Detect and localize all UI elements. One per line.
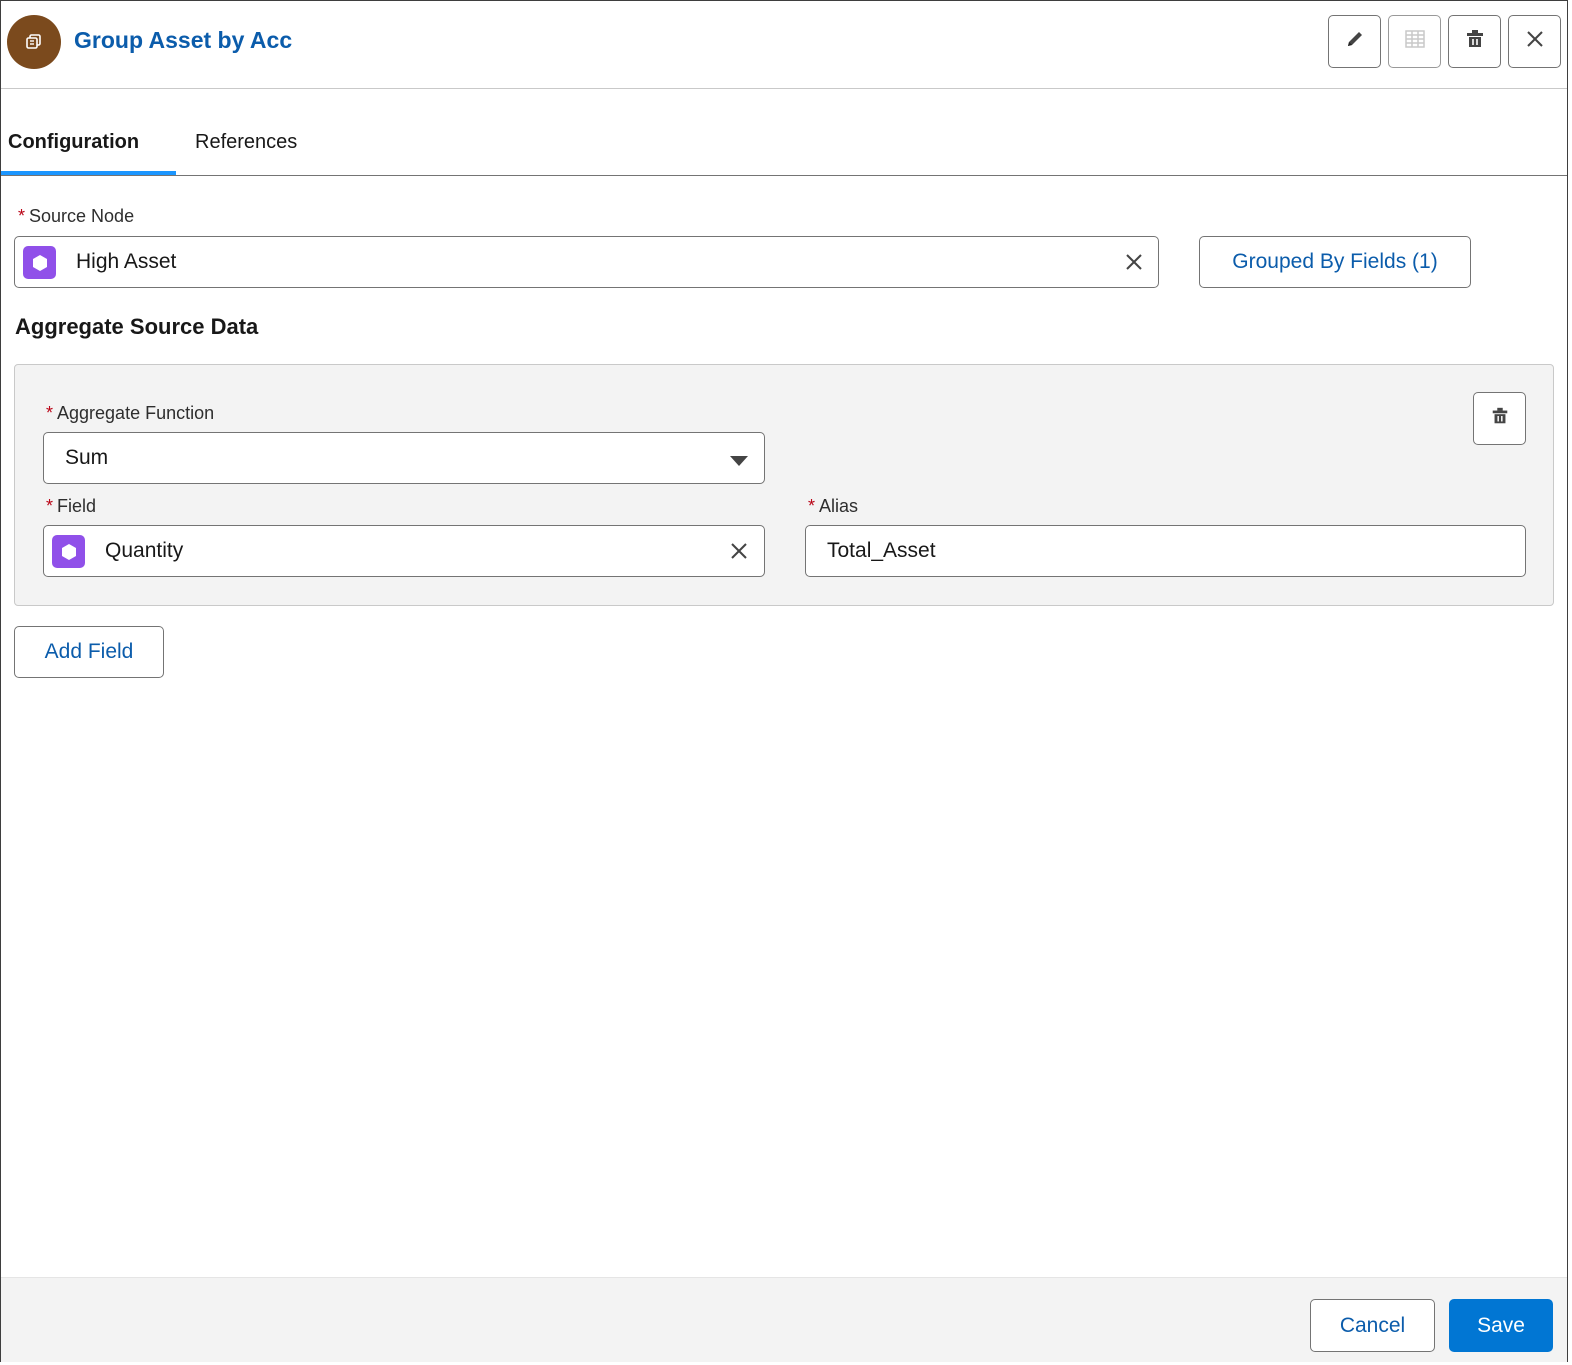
aggregate-function-label: * Aggregate Function [46,403,214,424]
close-icon [1525,29,1545,54]
clear-source-node-icon[interactable] [1123,251,1145,273]
required-mark: * [18,206,26,226]
source-node-label-text: Source Node [29,206,135,226]
tab-configuration[interactable]: Configuration [8,131,139,154]
alias-label-text: Alias [819,496,859,516]
aggregate-function-value: Sum [65,446,109,469]
delete-node-button[interactable] [1448,15,1501,68]
source-node-value: High Asset [76,250,177,273]
edit-button[interactable] [1328,15,1381,68]
aggregate-row-card: * Aggregate Function Sum * Field Quantit… [14,364,1554,606]
aggregate-function-select[interactable]: Sum [43,432,765,484]
hexagon-icon [52,535,85,568]
pencil-icon [1344,28,1366,55]
preview-data-button[interactable] [1388,15,1441,68]
field-label: * Field [46,496,96,517]
panel-footer: Cancel Save [1,1277,1567,1362]
close-panel-button[interactable] [1508,15,1561,68]
hexagon-icon [23,246,56,279]
table-icon [1404,28,1426,55]
cancel-button[interactable]: Cancel [1310,1299,1435,1352]
aggregate-section-heading: Aggregate Source Data [15,314,259,339]
save-button[interactable]: Save [1449,1299,1553,1352]
active-tab-indicator [1,171,176,175]
alias-label: * Alias [808,496,858,517]
chevron-down-icon [730,454,748,472]
field-value: Quantity [105,539,184,562]
panel-header: Group Asset by Acc [1,1,1567,89]
tab-bar: Configuration References [1,89,1567,176]
grouped-by-fields-button[interactable]: Grouped By Fields (1) [1199,236,1471,288]
required-mark: * [46,403,54,423]
alias-input[interactable]: Total_Asset [805,525,1526,577]
trash-icon [1464,28,1486,55]
field-combobox[interactable]: Quantity [43,525,765,577]
panel-title: Group Asset by Acc [74,27,293,53]
source-node-label: * Source Node [18,206,134,227]
tab-references[interactable]: References [195,131,297,154]
aggregate-node-icon [7,15,61,69]
source-node-combobox[interactable]: High Asset [14,236,1159,288]
add-field-button[interactable]: Add Field [14,626,164,678]
trash-icon [1490,406,1510,431]
field-label-text: Field [57,496,97,516]
aggregate-function-label-text: Aggregate Function [57,403,215,423]
alias-value: Total_Asset [827,539,936,562]
node-config-panel: Group Asset by Acc Configuration Referen… [0,0,1568,1362]
clear-field-icon[interactable] [728,540,750,562]
required-mark: * [46,496,54,516]
required-mark: * [808,496,816,516]
delete-aggregate-row-button[interactable] [1473,392,1526,445]
